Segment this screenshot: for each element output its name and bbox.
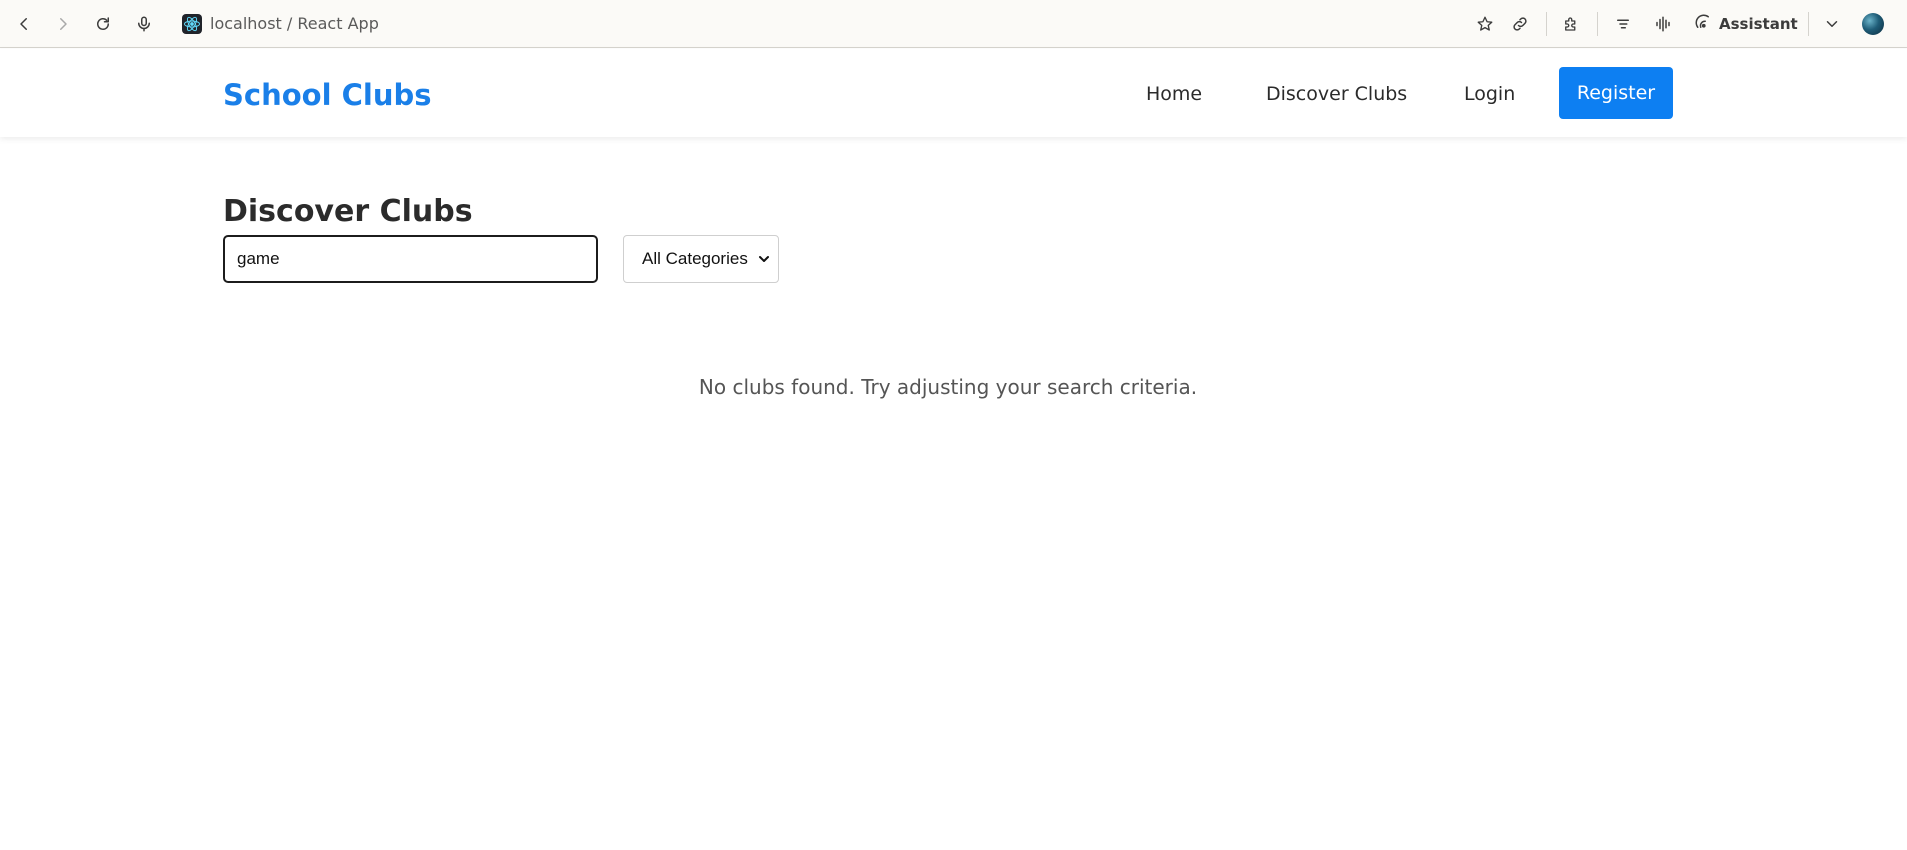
- register-button[interactable]: Register: [1559, 67, 1673, 119]
- forward-icon[interactable]: [51, 12, 75, 36]
- page-title: Discover Clubs: [223, 194, 473, 229]
- nav-login[interactable]: Login: [1464, 81, 1515, 107]
- search-input[interactable]: [223, 235, 598, 283]
- empty-state-message: No clubs found. Try adjusting your searc…: [698, 375, 1198, 399]
- app-navbar: School Clubs Home Discover Clubs Login R…: [0, 49, 1907, 137]
- extensions-icon[interactable]: [1559, 12, 1583, 36]
- chevron-down-icon[interactable]: [1820, 12, 1844, 36]
- profile-avatar[interactable]: [1862, 13, 1884, 35]
- nav-home[interactable]: Home: [1146, 81, 1202, 107]
- audio-wave-icon[interactable]: [1651, 12, 1675, 36]
- star-icon[interactable]: [1473, 12, 1497, 36]
- link-icon[interactable]: [1508, 12, 1532, 36]
- toolbar-divider: [1597, 12, 1598, 36]
- tab-title[interactable]: localhost / React App: [210, 14, 379, 34]
- nav-discover-clubs[interactable]: Discover Clubs: [1266, 81, 1407, 107]
- menu-lines-icon[interactable]: [1611, 12, 1635, 36]
- assistant-icon: [1694, 13, 1712, 35]
- back-icon[interactable]: [12, 12, 36, 36]
- brand-logo[interactable]: School Clubs: [223, 77, 432, 113]
- assistant-button[interactable]: Assistant: [1694, 12, 1798, 36]
- browser-toolbar: localhost / React App Assistant: [0, 0, 1907, 48]
- microphone-icon[interactable]: [132, 12, 156, 36]
- chevron-down-icon: [759, 256, 769, 262]
- react-favicon: [182, 14, 202, 34]
- reload-icon[interactable]: [91, 12, 115, 36]
- toolbar-divider: [1808, 12, 1809, 36]
- assistant-label: Assistant: [1719, 15, 1798, 33]
- category-select-value: All Categories: [642, 249, 748, 268]
- category-select[interactable]: All Categories: [623, 235, 779, 283]
- toolbar-divider: [1546, 12, 1547, 36]
